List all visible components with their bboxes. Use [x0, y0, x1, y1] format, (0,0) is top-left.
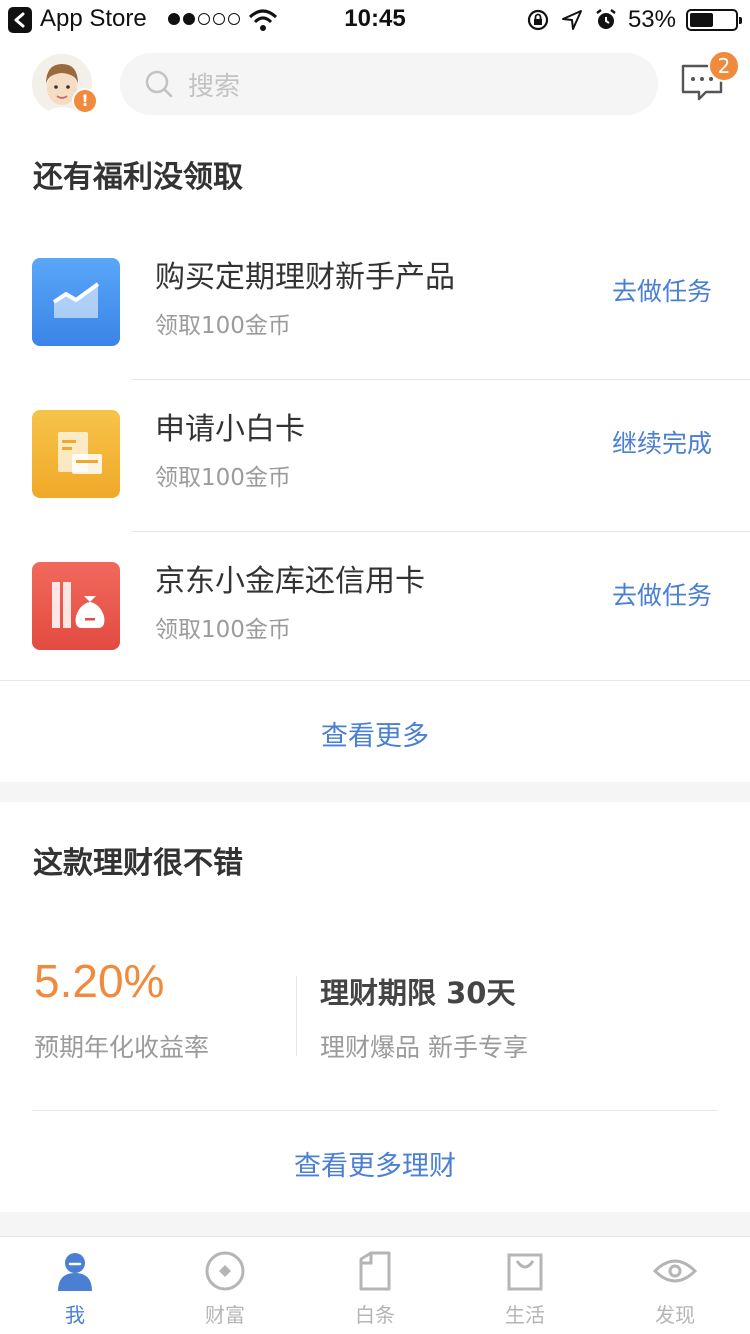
product-tags: 理财爆品 新手专享 — [320, 1033, 528, 1062]
task-title: 京东小金库还信用卡 — [155, 564, 425, 599]
tab-label: 白条 — [355, 1303, 395, 1327]
rotation-lock-icon — [527, 9, 549, 31]
task-action-button[interactable]: 去做任务 — [612, 576, 712, 612]
tab-label: 我 — [65, 1303, 85, 1327]
search-input[interactable]: 搜索 — [188, 66, 240, 103]
divider — [0, 680, 750, 681]
see-more-link[interactable]: 查看更多 — [0, 714, 750, 753]
battery-percent: 53% — [627, 6, 676, 33]
bottom-tab-bar: 我 财富 白条 生活 发现 — [0, 1236, 750, 1334]
yield-rate[interactable]: 5.20% — [34, 954, 164, 1008]
task-item[interactable]: 购买定期理财新手产品 领取100金币 去做任务 — [0, 228, 750, 380]
task-reward: 领取100金币 — [155, 313, 291, 339]
battery-icon — [686, 9, 742, 31]
location-icon — [561, 10, 582, 30]
alert-badge: ! — [72, 88, 98, 114]
tab-me[interactable]: 我 — [0, 1237, 150, 1334]
welfare-section: 还有福利没领取 购买定期理财新手产品 领取100金币 去做任务 申请小白卡 领取… — [0, 130, 750, 782]
message-count-badge: 2 — [708, 50, 740, 82]
top-header: ! 搜索 2 — [0, 40, 750, 130]
welfare-title: 还有福利没领取 — [33, 160, 243, 195]
chart-icon — [32, 258, 120, 346]
task-title: 购买定期理财新手产品 — [155, 260, 455, 295]
finance-section: 这款理财很不错 5.20% 预期年化收益率 理财期限 30天 理财爆品 新手专享… — [0, 802, 750, 1212]
task-item[interactable]: 申请小白卡 领取100金币 继续完成 — [0, 380, 750, 532]
task-action-button[interactable]: 去做任务 — [612, 272, 712, 308]
alarm-icon — [596, 9, 616, 29]
tab-discover[interactable]: 发现 — [600, 1237, 750, 1334]
tab-wealth[interactable]: 财富 — [150, 1237, 300, 1334]
search-bar[interactable]: 搜索 — [120, 53, 658, 115]
tab-life[interactable]: 生活 — [450, 1237, 600, 1334]
eye-icon — [653, 1259, 697, 1283]
tab-baitiao[interactable]: 白条 — [300, 1237, 450, 1334]
task-reward: 领取100金币 — [155, 465, 291, 491]
task-title: 申请小白卡 — [155, 412, 305, 447]
tab-label: 生活 — [505, 1303, 545, 1327]
yield-rate-label: 预期年化收益率 — [34, 1033, 210, 1062]
product-term[interactable]: 理财期限 30天 — [320, 970, 515, 1012]
tab-label: 发现 — [655, 1303, 695, 1327]
task-reward: 领取100金币 — [155, 617, 291, 643]
status-bar: App Store 10:45 53% — [0, 0, 750, 40]
divider — [32, 1110, 718, 1111]
search-icon — [145, 70, 173, 98]
finance-title: 这款理财很不错 — [33, 846, 243, 881]
bag-icon — [507, 1253, 543, 1291]
see-more-finance-link[interactable]: 查看更多理财 — [0, 1144, 750, 1183]
coin-icon — [205, 1251, 245, 1291]
person-icon — [58, 1253, 92, 1291]
card-icon — [32, 410, 120, 498]
note-icon — [359, 1251, 391, 1291]
task-item[interactable]: 京东小金库还信用卡 领取100金币 去做任务 — [0, 532, 750, 684]
vertical-divider — [296, 976, 297, 1056]
tab-label: 财富 — [205, 1303, 245, 1327]
task-action-button[interactable]: 继续完成 — [612, 424, 712, 460]
money-bag-icon — [32, 562, 120, 650]
